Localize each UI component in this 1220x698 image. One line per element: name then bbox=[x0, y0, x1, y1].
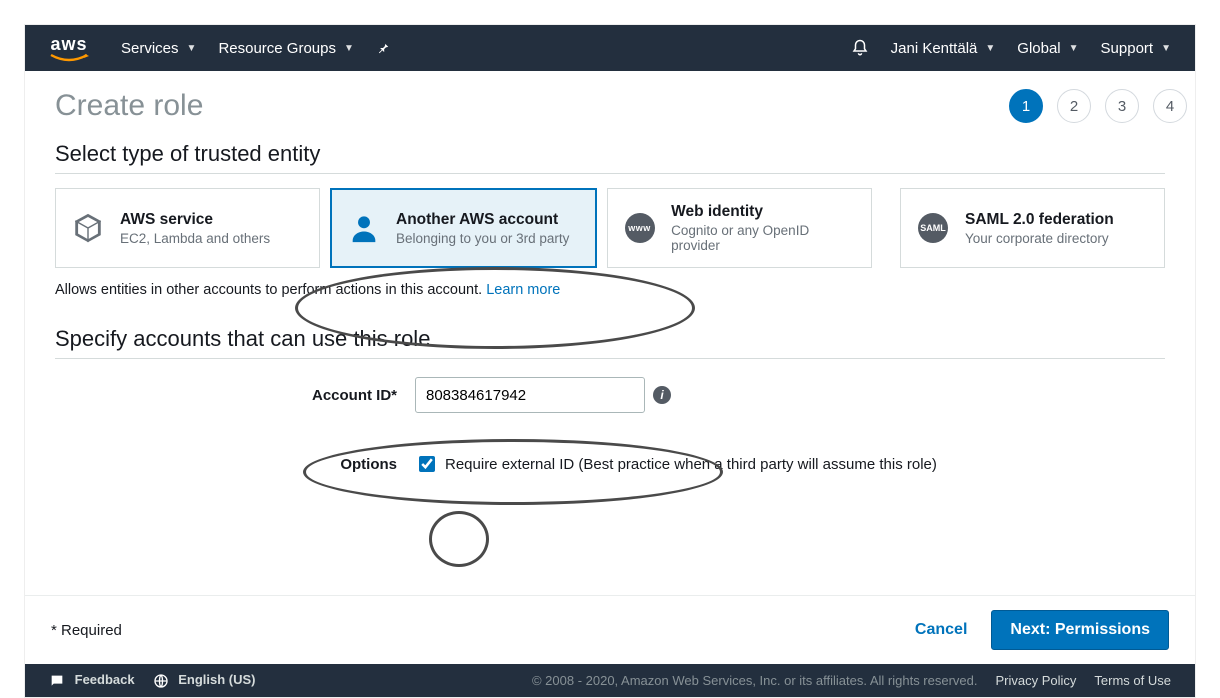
entity-another-account-title: Another AWS account bbox=[396, 211, 558, 228]
privacy-policy-link[interactable]: Privacy Policy bbox=[996, 673, 1077, 688]
section-specify-accounts-title: Specify accounts that can use this role bbox=[55, 326, 1165, 359]
entity-description-text: Allows entities in other accounts to per… bbox=[55, 282, 486, 298]
cancel-button[interactable]: Cancel bbox=[915, 621, 967, 639]
aws-logo[interactable]: aws bbox=[49, 35, 89, 61]
nav-user-menu[interactable]: Jani Kenttälä ▼ bbox=[891, 40, 996, 57]
entity-another-aws-account[interactable]: Another AWS account Belonging to you or … bbox=[330, 188, 597, 268]
options-row: Options Require external ID (Best practi… bbox=[55, 453, 1165, 475]
nav-support-label: Support bbox=[1101, 40, 1154, 57]
page-title: Create role bbox=[55, 89, 1165, 123]
learn-more-link[interactable]: Learn more bbox=[486, 282, 560, 298]
www-icon: www bbox=[622, 213, 657, 243]
chevron-down-icon: ▼ bbox=[1069, 43, 1079, 54]
section-trusted-entity-title: Select type of trusted entity bbox=[55, 141, 1165, 174]
next-permissions-button[interactable]: Next: Permissions bbox=[991, 610, 1169, 650]
require-external-id-checkbox[interactable] bbox=[419, 456, 435, 472]
language-label: English (US) bbox=[178, 672, 255, 687]
entity-saml-sub: Your corporate directory bbox=[965, 231, 1114, 246]
terms-of-use-link[interactable]: Terms of Use bbox=[1094, 673, 1171, 688]
entity-description: Allows entities in other accounts to per… bbox=[55, 282, 1165, 298]
wizard-step-4[interactable]: 4 bbox=[1153, 89, 1187, 123]
entity-web-identity-sub: Cognito or any OpenID provider bbox=[671, 223, 857, 253]
wizard-step-3[interactable]: 3 bbox=[1105, 89, 1139, 123]
entity-aws-service-title: AWS service bbox=[120, 211, 213, 228]
require-external-id-label: Require external ID (Best practice when … bbox=[445, 456, 937, 473]
pin-icon[interactable] bbox=[376, 41, 390, 55]
wizard-bottom-bar: * Required Cancel Next: Permissions bbox=[25, 595, 1195, 664]
console-footer: Feedback English (US) © 2008 - 2020, Ama… bbox=[25, 664, 1195, 697]
create-role-content: Create role 1 2 3 4 Select type of trust… bbox=[25, 71, 1195, 595]
info-icon[interactable]: i bbox=[653, 386, 671, 404]
annotation-ellipse bbox=[429, 511, 489, 567]
feedback-label: Feedback bbox=[75, 672, 135, 687]
nav-services-label: Services bbox=[121, 40, 179, 57]
aws-console-topbar: aws Services ▼ Resource Groups ▼ Jan bbox=[25, 25, 1195, 71]
nav-region-label: Global bbox=[1017, 40, 1060, 57]
footer-copyright: © 2008 - 2020, Amazon Web Services, Inc.… bbox=[532, 673, 978, 688]
saml-icon: SAML bbox=[915, 213, 951, 243]
wizard-step-1[interactable]: 1 bbox=[1009, 89, 1043, 123]
chevron-down-icon: ▼ bbox=[344, 43, 354, 54]
wizard-step-2[interactable]: 2 bbox=[1057, 89, 1091, 123]
wizard-steps: 1 2 3 4 bbox=[1009, 89, 1187, 123]
nav-resource-groups[interactable]: Resource Groups ▼ bbox=[218, 40, 353, 57]
entity-aws-service[interactable]: AWS service EC2, Lambda and others bbox=[55, 188, 320, 268]
entity-saml-title: SAML 2.0 federation bbox=[965, 211, 1114, 228]
required-note: * Required bbox=[51, 622, 122, 639]
language-selector[interactable]: English (US) bbox=[153, 672, 256, 689]
nav-services[interactable]: Services ▼ bbox=[121, 40, 196, 57]
feedback-link[interactable]: Feedback bbox=[49, 672, 135, 689]
account-id-row: Account ID* i bbox=[55, 377, 1165, 413]
nav-resource-groups-label: Resource Groups bbox=[218, 40, 336, 57]
entity-web-identity-title: Web identity bbox=[671, 203, 763, 220]
entity-saml-federation[interactable]: SAML SAML 2.0 federation Your corporate … bbox=[900, 188, 1165, 268]
chevron-down-icon: ▼ bbox=[187, 43, 197, 54]
entity-another-account-sub: Belonging to you or 3rd party bbox=[396, 231, 569, 246]
person-icon bbox=[346, 211, 382, 245]
account-id-label: Account ID* bbox=[55, 387, 415, 404]
chevron-down-icon: ▼ bbox=[985, 43, 995, 54]
nav-region-menu[interactable]: Global ▼ bbox=[1017, 40, 1078, 57]
account-id-input[interactable] bbox=[415, 377, 645, 413]
nav-user-label: Jani Kenttälä bbox=[891, 40, 978, 57]
entity-web-identity[interactable]: www Web identity Cognito or any OpenID p… bbox=[607, 188, 872, 268]
entity-aws-service-sub: EC2, Lambda and others bbox=[120, 231, 270, 246]
trusted-entity-options: AWS service EC2, Lambda and others Anoth… bbox=[55, 188, 1165, 268]
nav-support-menu[interactable]: Support ▼ bbox=[1101, 40, 1171, 57]
notifications-icon[interactable] bbox=[851, 39, 869, 57]
options-label: Options bbox=[55, 456, 415, 473]
cube-icon bbox=[70, 211, 106, 245]
chevron-down-icon: ▼ bbox=[1161, 43, 1171, 54]
